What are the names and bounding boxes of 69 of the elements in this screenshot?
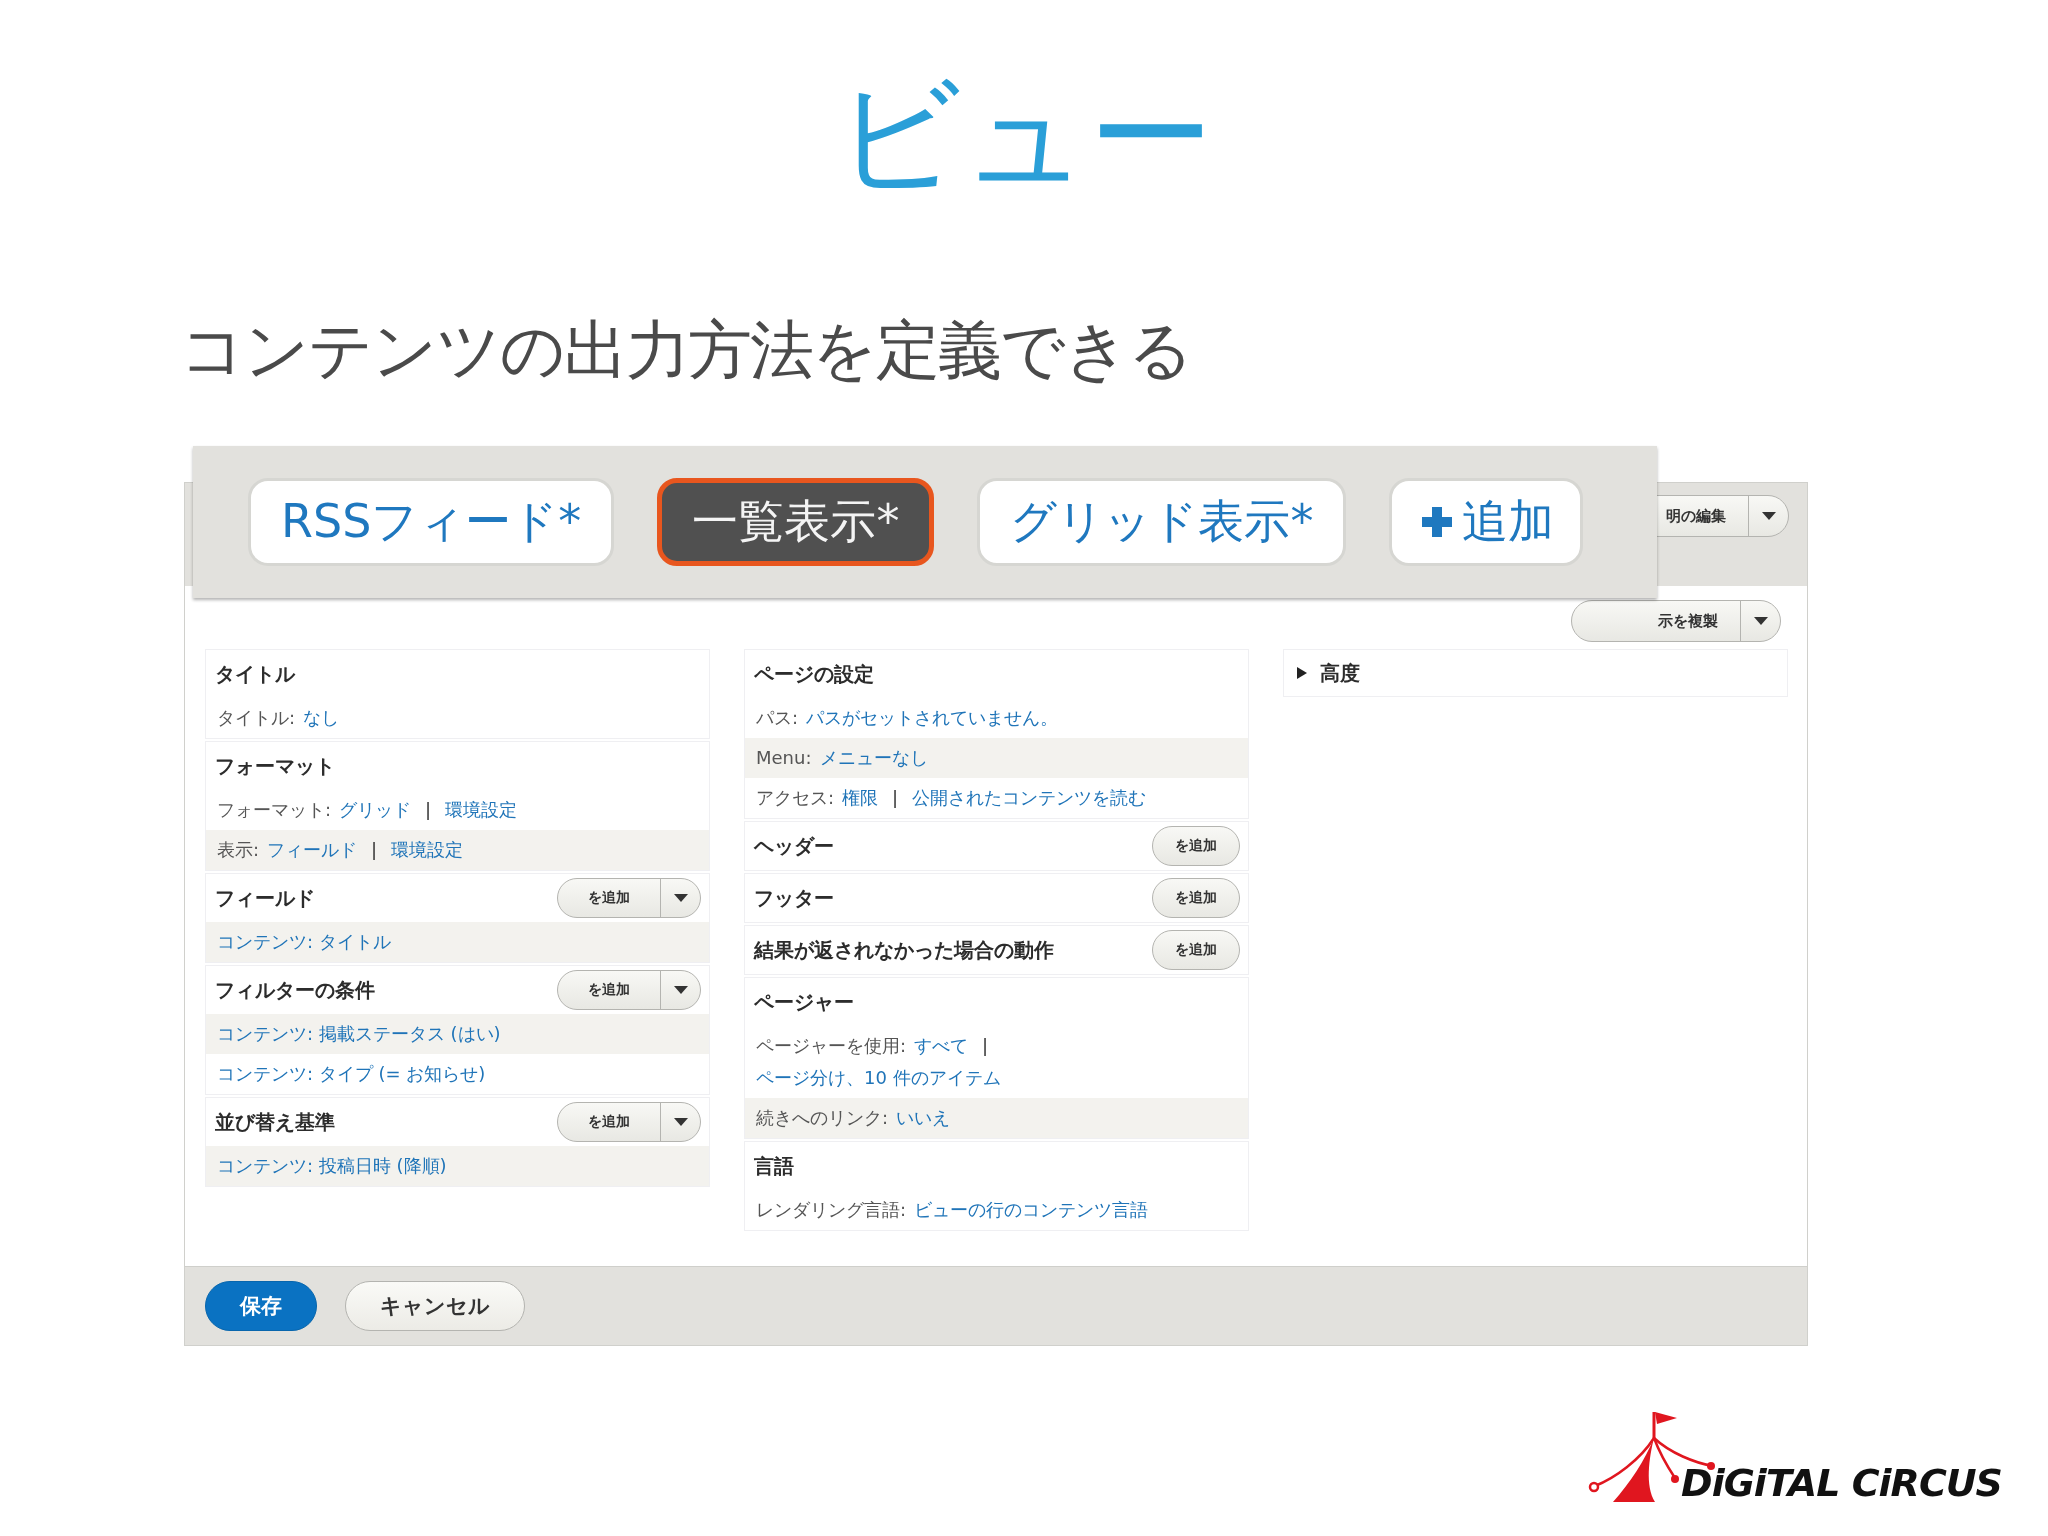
- section-heading: 結果が返されなかった場合の動作: [754, 936, 1054, 964]
- link-separator: |: [891, 786, 900, 810]
- slide-subtitle: コンテンツの出力方法を定義できる: [180, 312, 1192, 389]
- split-button[interactable]: 示を複製: [1571, 600, 1781, 642]
- section-heading: ページの設定: [754, 660, 874, 688]
- setting-label: レンダリング言語:: [756, 1198, 907, 1222]
- caret-icon: [673, 986, 688, 994]
- link-separator: |: [981, 1034, 990, 1058]
- setting-link[interactable]: なし: [303, 706, 340, 730]
- save-button[interactable]: 保存: [205, 1281, 317, 1331]
- setting-link[interactable]: グリッド: [339, 798, 412, 822]
- plus-icon: [1422, 507, 1453, 537]
- setting-link[interactable]: コンテンツ: タイプ (= お知らせ): [217, 1062, 486, 1086]
- setting-link[interactable]: 権限: [842, 786, 879, 810]
- setting-link[interactable]: コンテンツ: 掲載ステータス (はい): [217, 1022, 501, 1046]
- setting-label: フォーマット:: [217, 798, 332, 822]
- setting-link[interactable]: フィールド: [267, 838, 358, 862]
- setting-label: ページャーを使用:: [756, 1034, 907, 1058]
- setting-link[interactable]: メニューなし: [819, 746, 928, 770]
- display-tab[interactable]: RSSフィード*: [248, 478, 615, 566]
- section-heading: フッター: [754, 884, 834, 912]
- display-tab[interactable]: グリッド表示*: [977, 478, 1347, 566]
- setting-label: Menu:: [756, 746, 812, 770]
- add-button[interactable]: を追加: [558, 1103, 660, 1141]
- display-tab[interactable]: 一覧表示*: [657, 478, 935, 566]
- add-button[interactable]: 示を複製: [1572, 601, 1740, 641]
- add-button[interactable]: を追加: [1152, 826, 1240, 866]
- section-heading: 言語: [754, 1152, 794, 1180]
- setting-link[interactable]: ビューの行のコンテンツ言語: [914, 1198, 1149, 1222]
- setting-link[interactable]: 環境設定: [391, 838, 464, 862]
- setting-link[interactable]: コンテンツ: 投稿日時 (降順): [217, 1154, 447, 1178]
- caret-icon: [673, 1118, 688, 1126]
- setting-label: 表示:: [217, 838, 260, 862]
- brand-name: DiGiTAL CiRCUS: [1681, 1463, 2002, 1503]
- setting-link[interactable]: 環境設定: [445, 798, 518, 822]
- section-heading: タイトル: [215, 660, 295, 688]
- add-button[interactable]: を追加: [1152, 878, 1240, 918]
- section-heading: フィールド: [215, 884, 315, 912]
- setting-link[interactable]: いいえ: [896, 1106, 951, 1130]
- section-heading: ヘッダー: [754, 832, 834, 860]
- section-heading: ページャー: [754, 988, 854, 1016]
- split-button[interactable]: を追加: [557, 878, 701, 918]
- section-heading: 高度: [1320, 659, 1360, 687]
- setting-label: アクセス:: [756, 786, 835, 810]
- expand-triangle-icon[interactable]: [1296, 667, 1308, 679]
- setting-link[interactable]: 公開されたコンテンツを読む: [912, 786, 1147, 810]
- caret-icon: [1753, 617, 1768, 625]
- link-separator: |: [424, 798, 433, 822]
- caret-icon: [673, 894, 688, 902]
- display-tab[interactable]: 追加: [1389, 478, 1584, 566]
- split-button[interactable]: を追加: [557, 970, 701, 1010]
- setting-link[interactable]: すべて: [914, 1034, 969, 1058]
- setting-link[interactable]: ページ分け、10 件のアイテム: [756, 1066, 1001, 1090]
- section-heading: フィルターの条件: [215, 976, 375, 1004]
- caret-icon: [1761, 512, 1776, 520]
- add-button[interactable]: を追加: [558, 879, 660, 917]
- add-button[interactable]: を追加: [1152, 930, 1240, 970]
- section-heading: フォーマット: [215, 752, 335, 780]
- split-button[interactable]: を追加: [557, 1102, 701, 1142]
- setting-link[interactable]: パスがセットされていません。: [806, 706, 1059, 730]
- setting-label: パス:: [756, 706, 799, 730]
- section-heading: 並び替え基準: [215, 1108, 335, 1136]
- setting-label: 続きへのリンク:: [756, 1106, 889, 1130]
- cancel-button[interactable]: キャンセル: [345, 1281, 525, 1331]
- setting-label: タイトル:: [217, 706, 296, 730]
- slide-title: ビュー: [835, 62, 1213, 209]
- add-button[interactable]: を追加: [558, 971, 660, 1009]
- link-separator: |: [370, 838, 379, 862]
- setting-link[interactable]: コンテンツ: タイトル: [217, 930, 391, 954]
